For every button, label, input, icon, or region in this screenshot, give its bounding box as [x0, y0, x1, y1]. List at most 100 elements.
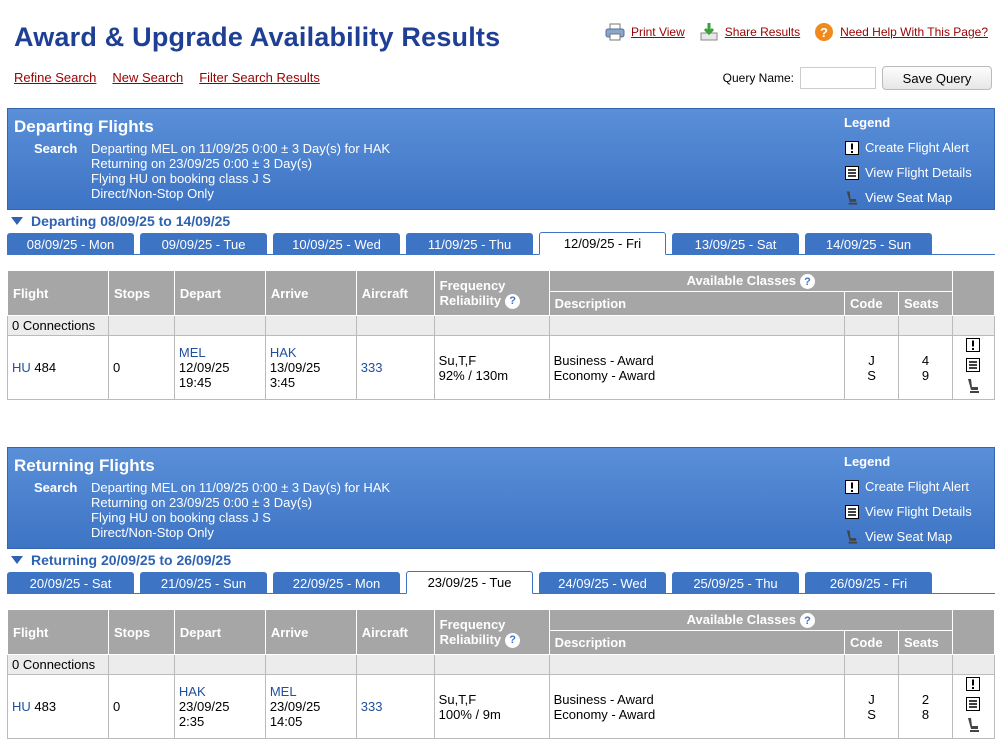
date-tab[interactable]: 09/09/25 - Tue: [140, 233, 267, 255]
details-icon: [844, 165, 859, 180]
aircraft-link[interactable]: 333: [361, 360, 383, 375]
alert-icon[interactable]: [966, 338, 981, 355]
date-tab[interactable]: 13/09/25 - Sat: [672, 233, 799, 255]
stops-cell: 0: [107, 335, 175, 401]
legend-seat-label: View Seat Map: [865, 190, 953, 205]
class-description: Economy - Award: [553, 706, 656, 722]
class-code-cell: J S: [844, 335, 900, 401]
carrier-link[interactable]: HU: [12, 699, 31, 714]
arrive-airport-link[interactable]: MEL: [270, 684, 352, 699]
col-description: Description: [548, 630, 846, 656]
class-description: Business - Award: [553, 691, 654, 707]
col-seats: Seats: [898, 291, 953, 317]
date-tab[interactable]: 10/09/25 - Wed: [273, 233, 400, 255]
help-icon[interactable]: ?: [505, 293, 521, 309]
legend-seat-label: View Seat Map: [865, 529, 953, 544]
reliability-label: Reliability: [439, 292, 502, 308]
col-flight: Flight: [7, 269, 109, 317]
download-icon: [699, 22, 719, 42]
class-seats: 9: [921, 367, 930, 383]
date-tab[interactable]: 20/09/25 - Sat: [7, 572, 134, 594]
arrive-cell: MEL 23/09/25 14:05: [264, 674, 357, 739]
depart-airport-link[interactable]: HAK: [179, 684, 261, 699]
returning-range[interactable]: Returning 20/09/25 to 26/09/25: [7, 550, 995, 570]
frequency-cell: Su,T,F 100% / 9m: [433, 674, 550, 739]
col-arrive: Arrive: [264, 608, 357, 656]
arrive-date: 13/09/25: [269, 360, 321, 376]
save-query-button[interactable]: Save Query: [882, 66, 992, 90]
available-classes-label: Available Classes: [686, 273, 796, 288]
carrier-link[interactable]: HU: [12, 360, 31, 375]
col-available-classes: Available Classes?: [548, 269, 953, 293]
aircraft-link[interactable]: 333: [361, 699, 383, 714]
reliability-header: Reliability?: [440, 632, 544, 648]
date-tab[interactable]: 21/09/25 - Sun: [140, 572, 267, 594]
help-icon[interactable]: ?: [505, 632, 521, 648]
class-code: J: [868, 352, 875, 368]
col-flight: Flight: [7, 608, 109, 656]
new-search-link[interactable]: New Search: [112, 70, 183, 85]
collapse-triangle-icon: [11, 556, 23, 564]
departing-date-tabs: 08/09/25 - Mon 09/09/25 - Tue 10/09/25 -…: [7, 231, 995, 255]
class-seats: 2: [921, 691, 930, 707]
alert-icon[interactable]: [966, 677, 981, 694]
date-tab[interactable]: 11/09/25 - Thu: [406, 233, 533, 255]
class-seats: 4: [921, 352, 930, 368]
date-tab[interactable]: 22/09/25 - Mon: [273, 572, 400, 594]
frequency-header: Frequency: [439, 277, 506, 293]
date-tab[interactable]: 25/09/25 - Thu: [672, 572, 799, 594]
search-summary: Departing MEL on 11/09/25 0:00 ± 3 Day(s…: [91, 480, 390, 540]
flight-row: HU 484 0 MEL 12/09/25 19:45 HAK 13/09/25…: [7, 335, 996, 401]
date-tab[interactable]: 24/09/25 - Wed: [539, 572, 666, 594]
class-description-cell: Business - Award Economy - Award: [548, 674, 846, 739]
printer-icon: [605, 22, 625, 42]
arrive-airport-link[interactable]: HAK: [270, 345, 352, 360]
help-icon[interactable]: ?: [799, 274, 815, 290]
refine-search-link[interactable]: Refine Search: [14, 70, 96, 85]
returning-section: Returning Flights Search Departing MEL o…: [7, 447, 996, 739]
date-tab[interactable]: 26/09/25 - Fri: [805, 572, 932, 594]
help-icon: ?: [814, 22, 834, 42]
print-view-label: Print View: [630, 25, 685, 39]
search-line: Flying HU on booking class J S: [91, 510, 271, 525]
legend-title: Legend: [844, 454, 891, 469]
seat-icon[interactable]: [965, 717, 981, 736]
reliability-value: 92% / 130m: [438, 367, 509, 383]
col-stops: Stops: [107, 269, 175, 317]
details-icon[interactable]: [966, 697, 981, 714]
details-icon[interactable]: [966, 358, 981, 375]
departing-range-label: Departing 08/09/25 to 14/09/25: [31, 213, 231, 229]
returning-heading: Returning Flights: [14, 456, 155, 475]
class-code: S: [867, 706, 876, 722]
search-line: Direct/Non-Stop Only: [91, 525, 214, 540]
departing-range[interactable]: Departing 08/09/25 to 14/09/25: [7, 211, 995, 231]
depart-cell: MEL 12/09/25 19:45: [173, 335, 266, 401]
header-links: Print View Share Results ? Need Help Wit…: [605, 22, 988, 42]
date-tab[interactable]: 08/09/25 - Mon: [7, 233, 134, 255]
date-tab-active[interactable]: 23/09/25 - Tue: [406, 571, 533, 594]
col-available-classes: Available Classes?: [548, 608, 953, 632]
details-icon: [844, 504, 859, 519]
help-icon[interactable]: ?: [799, 613, 815, 629]
reliability-value: 100% / 9m: [438, 706, 501, 722]
depart-airport-link[interactable]: MEL: [179, 345, 261, 360]
filter-results-link[interactable]: Filter Search Results: [199, 70, 320, 85]
date-tab-active[interactable]: 12/09/25 - Fri: [539, 232, 666, 255]
search-line: Returning on 23/09/25 0:00 ± 3 Day(s): [91, 156, 313, 171]
class-description: Business - Award: [553, 352, 654, 368]
col-aircraft: Aircraft: [355, 608, 435, 656]
legend-alert-label: Create Flight Alert: [865, 479, 970, 494]
search-line: Departing MEL on 11/09/25 0:00 ± 3 Day(s…: [91, 480, 391, 495]
date-tab[interactable]: 14/09/25 - Sun: [805, 233, 932, 255]
share-results-link[interactable]: Share Results: [699, 22, 800, 42]
seat-icon[interactable]: [965, 378, 981, 397]
available-classes-label: Available Classes: [686, 612, 796, 627]
print-view-link[interactable]: Print View: [605, 22, 685, 42]
col-description: Description: [548, 291, 846, 317]
depart-date: 12/09/25: [178, 360, 230, 376]
legend-item-details: View Flight Details: [844, 499, 972, 524]
search-line: Departing MEL on 11/09/25 0:00 ± 3 Day(s…: [91, 141, 391, 156]
class-seats: 8: [921, 706, 930, 722]
query-name-input[interactable]: [800, 67, 876, 89]
need-help-link[interactable]: ? Need Help With This Page?: [814, 22, 988, 42]
